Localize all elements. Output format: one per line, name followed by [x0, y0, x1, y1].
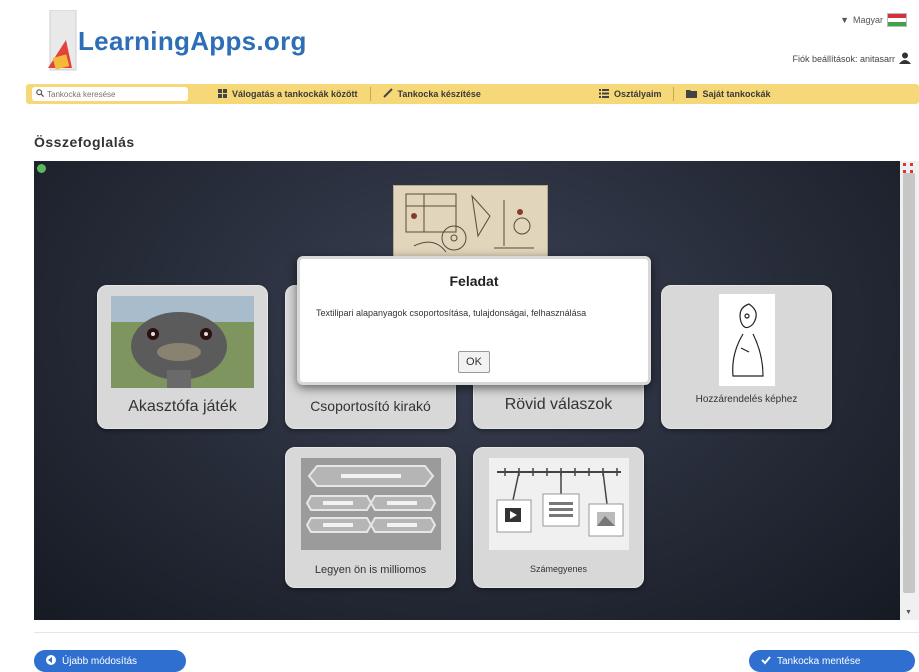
app-card-matching-picture[interactable]: Hozzárendelés képhez	[661, 285, 832, 429]
divider	[34, 632, 919, 633]
grid-icon	[218, 88, 227, 100]
cover-image	[393, 185, 548, 261]
back-to-edit-button[interactable]: Újabb módosítás	[34, 650, 186, 672]
app-card-number-line[interactable]: Számegyenes	[473, 447, 644, 588]
nav-create-label: Tankocka készítése	[397, 89, 481, 99]
card-label: Legyen ön is milliomos	[314, 564, 427, 576]
fullscreen-icon[interactable]	[903, 163, 913, 176]
list-icon	[598, 88, 609, 100]
account-label: Fiók beállítások: anitasarr	[792, 54, 895, 64]
checkmark-icon	[761, 655, 771, 668]
page-title: Összefoglalás	[34, 134, 135, 150]
ok-button[interactable]: OK	[458, 351, 490, 373]
app-card-millionaire[interactable]: Legyen ön is milliomos	[285, 447, 456, 588]
dialog-title: Feladat	[449, 273, 499, 289]
dropdown-arrow-icon: ▼	[840, 15, 849, 25]
app-card-hangman[interactable]: Akasztófa játék	[97, 285, 268, 429]
nav-separator	[369, 87, 371, 101]
card-label: Rövid válaszok	[504, 396, 613, 413]
nav-my-classes[interactable]: Osztályaim	[598, 84, 662, 104]
save-app-button[interactable]: Tankocka mentése	[749, 650, 915, 672]
language-label: Magyar	[852, 15, 883, 25]
pencil-icon	[382, 88, 393, 100]
logo-text[interactable]: LearningApps.org	[78, 26, 307, 57]
language-selector[interactable]: ▼ Magyar	[840, 13, 907, 27]
scrollbar[interactable]: ▼	[900, 161, 919, 620]
nav-my-apps-label: Saját tankockák	[702, 89, 771, 99]
main-navbar: Válogatás a tankockák között Tankocka ké…	[26, 84, 919, 104]
scrollbar-thumb[interactable]	[903, 173, 915, 593]
nav-browse-apps[interactable]: Válogatás a tankockák között	[218, 84, 358, 104]
nav-browse-label: Válogatás a tankockák között	[232, 89, 358, 99]
folder-icon	[686, 89, 698, 100]
nav-create-app[interactable]: Tankocka készítése	[382, 84, 481, 104]
search-icon	[36, 89, 45, 99]
card-label: Számegyenes	[529, 564, 588, 574]
status-dot-icon	[37, 164, 46, 173]
scroll-down-arrow-icon[interactable]: ▼	[905, 609, 912, 616]
number-line-preview-image	[488, 458, 629, 550]
search-box[interactable]	[32, 87, 188, 101]
account-settings-link[interactable]: Fiók beállítások: anitasarr	[792, 52, 911, 66]
app-stage: Akasztófa játék Csoportosító kirakó Rövi…	[34, 161, 900, 620]
sketch-image	[718, 294, 775, 386]
hungarian-flag-icon	[887, 13, 907, 27]
user-icon	[899, 52, 911, 66]
task-dialog: Feladat Textilipari alapanyagok csoporto…	[297, 256, 651, 385]
card-label: Hozzárendelés képhez	[695, 394, 798, 405]
nav-my-apps[interactable]: Saját tankockák	[686, 84, 771, 104]
card-label: Akasztófa játék	[128, 398, 237, 415]
nav-separator	[673, 87, 675, 101]
ostrich-image	[111, 296, 254, 388]
dialog-text: Textilipari alapanyagok csoportosítása, …	[316, 308, 587, 318]
search-input[interactable]	[44, 89, 177, 99]
millionaire-preview-image	[300, 458, 441, 550]
arrow-left-icon	[46, 654, 56, 668]
card-label: Csoportosító kirakó	[310, 398, 431, 414]
nav-classes-label: Osztályaim	[613, 89, 662, 99]
